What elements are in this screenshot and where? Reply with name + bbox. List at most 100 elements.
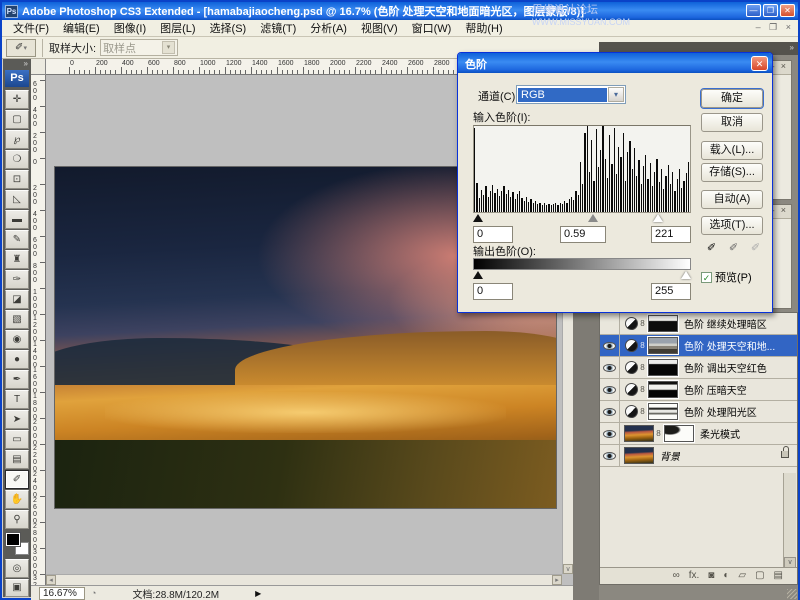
- menu-item-1[interactable]: 编辑(E): [56, 18, 107, 38]
- layers-scrollbar[interactable]: ∨: [783, 473, 796, 568]
- visibility-toggle[interactable]: [600, 357, 620, 378]
- dodge-tool[interactable]: ●: [5, 350, 29, 369]
- auto-button[interactable]: 自动(A): [701, 190, 763, 209]
- levels-dialog-title[interactable]: 色阶: [458, 53, 772, 73]
- lasso-tool[interactable]: ℘: [5, 130, 29, 149]
- menu-item-2[interactable]: 图像(I): [107, 18, 153, 38]
- visibility-toggle[interactable]: [600, 335, 620, 356]
- history-brush-tool[interactable]: ✑: [5, 270, 29, 289]
- quick-mask-button[interactable]: ◎: [5, 559, 29, 578]
- path-selection-tool[interactable]: ➤: [5, 410, 29, 429]
- visibility-toggle[interactable]: [600, 423, 620, 444]
- layer-mask-thumbnail[interactable]: [647, 336, 679, 355]
- black-point-eyedropper-icon[interactable]: ✐: [704, 241, 719, 256]
- ok-button[interactable]: 确定: [701, 89, 763, 108]
- output-white-field[interactable]: 255: [651, 283, 691, 300]
- menu-item-5[interactable]: 滤镜(T): [253, 18, 303, 38]
- layer-mask-thumbnail[interactable]: [663, 424, 695, 443]
- menu-item-6[interactable]: 分析(A): [303, 18, 354, 38]
- panel-resize-grip[interactable]: [787, 589, 797, 599]
- hand-tool[interactable]: ✋: [5, 490, 29, 509]
- add-mask-icon[interactable]: ◙: [708, 571, 714, 581]
- foreground-color-swatch[interactable]: [5, 532, 21, 547]
- new-group-icon[interactable]: ▱: [738, 571, 746, 581]
- cancel-button[interactable]: 取消: [701, 113, 763, 132]
- visibility-toggle[interactable]: [600, 445, 620, 466]
- layer-thumbnail[interactable]: [624, 447, 654, 464]
- visibility-toggle[interactable]: [600, 379, 620, 400]
- quick-selection-tool[interactable]: ❍: [5, 150, 29, 169]
- layer-row-5[interactable]: 8 柔光模式: [600, 423, 797, 445]
- clone-stamp-tool[interactable]: ♜: [5, 250, 29, 269]
- eraser-tool[interactable]: ◪: [5, 290, 29, 309]
- minimize-button[interactable]: —: [746, 4, 761, 17]
- layer-row-3[interactable]: 8 色阶 压暗天空: [600, 379, 797, 401]
- horizontal-scrollbar[interactable]: ◂ ▸: [46, 574, 562, 585]
- gradient-tool[interactable]: ▧: [5, 310, 29, 329]
- rectangular-marquee-tool[interactable]: ▢: [5, 110, 29, 129]
- toolbox-collapse-icon[interactable]: »: [3, 59, 31, 70]
- scroll-down-icon[interactable]: ∨: [563, 564, 573, 574]
- zoom-level-field[interactable]: 16.67%: [39, 586, 85, 600]
- output-white-slider[interactable]: [681, 271, 691, 279]
- new-layer-icon[interactable]: ▢: [755, 571, 764, 581]
- channel-dropdown[interactable]: RGB ▾: [516, 85, 626, 104]
- type-tool[interactable]: T: [5, 390, 29, 409]
- menu-item-9[interactable]: 帮助(H): [458, 18, 509, 38]
- output-black-field[interactable]: 0: [473, 283, 513, 300]
- eyedropper-tool[interactable]: ✐: [5, 470, 29, 489]
- visibility-toggle[interactable]: [600, 313, 620, 334]
- layer-row-1[interactable]: 8 色阶 处理天空和地...: [600, 335, 797, 357]
- shape-tool[interactable]: ▭: [5, 430, 29, 449]
- slice-tool[interactable]: ◺: [5, 190, 29, 209]
- input-black-slider[interactable]: [473, 214, 483, 222]
- sample-size-dropdown[interactable]: 取样点 ▾: [100, 39, 179, 56]
- input-white-field[interactable]: 221: [651, 226, 691, 243]
- move-tool[interactable]: ✛: [5, 90, 29, 109]
- input-gamma-field[interactable]: 0.59: [560, 226, 606, 243]
- screen-mode-button[interactable]: ▣: [5, 578, 29, 597]
- brush-tool[interactable]: ✎: [5, 230, 29, 249]
- dialog-close-icon[interactable]: ✕: [751, 56, 768, 71]
- white-point-eyedropper-icon[interactable]: ✐: [748, 241, 763, 256]
- layer-mask-thumbnail[interactable]: [647, 314, 679, 333]
- zoom-tool[interactable]: ⚲: [5, 510, 29, 529]
- eyedropper-preset-button[interactable]: ✐ ▾: [6, 38, 36, 57]
- crop-tool[interactable]: ⊡: [5, 170, 29, 189]
- layer-thumbnail[interactable]: [624, 425, 654, 442]
- layer-row-2[interactable]: 8 色阶 调出天空红色: [600, 357, 797, 379]
- menu-item-8[interactable]: 窗口(W): [405, 18, 459, 38]
- link-layers-icon[interactable]: ∞: [673, 571, 680, 581]
- input-white-slider[interactable]: [653, 214, 663, 222]
- status-menu-arrow-icon[interactable]: ▶: [255, 589, 261, 598]
- healing-brush-tool[interactable]: ▬: [5, 210, 29, 229]
- blur-tool[interactable]: ◉: [5, 330, 29, 349]
- gray-point-eyedropper-icon[interactable]: ✐: [726, 241, 741, 256]
- adjustment-layer-icon[interactable]: ◐: [723, 571, 729, 581]
- preview-checkbox[interactable]: ✓: [701, 271, 712, 283]
- layer-mask-thumbnail[interactable]: [647, 402, 679, 421]
- layer-row-4[interactable]: 8 色阶 处理阳光区: [600, 401, 797, 423]
- scroll-right-icon[interactable]: ▸: [552, 575, 562, 585]
- save-button[interactable]: 存储(S)...: [701, 163, 763, 182]
- input-black-field[interactable]: 0: [473, 226, 513, 243]
- layer-style-icon[interactable]: fx.: [689, 571, 700, 581]
- options-button[interactable]: 选项(T)...: [701, 216, 763, 235]
- menu-item-3[interactable]: 图层(L): [153, 18, 202, 38]
- layer-row-6[interactable]: 背景: [600, 445, 797, 467]
- restore-button[interactable]: ❐: [763, 4, 778, 17]
- visibility-toggle[interactable]: [600, 401, 620, 422]
- menu-item-4[interactable]: 选择(S): [203, 18, 254, 38]
- load-button[interactable]: 载入(L)...: [701, 141, 763, 160]
- pen-tool[interactable]: ✒: [5, 370, 29, 389]
- menu-item-0[interactable]: 文件(F): [6, 18, 56, 38]
- output-black-slider[interactable]: [473, 271, 483, 279]
- document-window-controls[interactable]: – ❐ ×: [756, 22, 794, 33]
- input-gamma-slider[interactable]: [588, 214, 598, 222]
- layer-mask-thumbnail[interactable]: [647, 358, 679, 377]
- close-button[interactable]: ✕: [780, 4, 795, 17]
- ruler-origin-corner[interactable]: [31, 59, 46, 75]
- notes-tool[interactable]: ▤: [5, 450, 29, 469]
- layer-row-0[interactable]: 8 色阶 继续处理暗区: [600, 313, 797, 335]
- delete-layer-icon[interactable]: ▤: [774, 571, 783, 581]
